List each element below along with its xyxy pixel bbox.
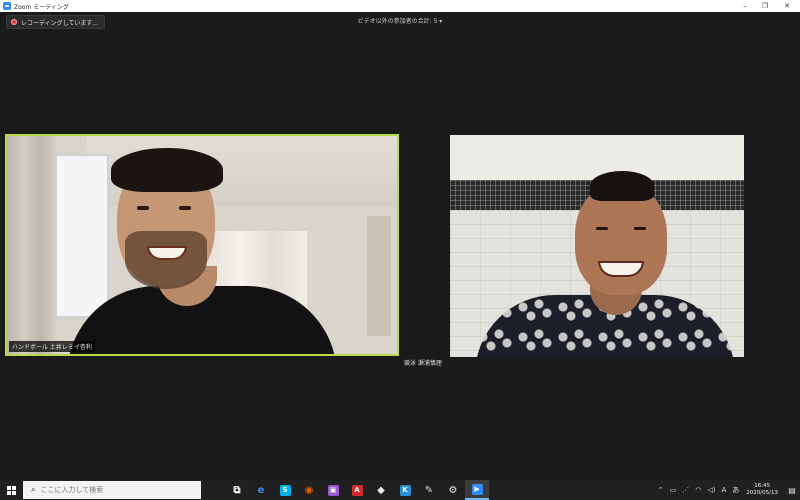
minimize-button[interactable]: –: [736, 0, 754, 12]
clock-time: 16:45: [754, 483, 771, 489]
taskbar-app-photos[interactable]: ▣: [321, 480, 345, 500]
background-curtain: [7, 136, 57, 354]
maximize-button[interactable]: ❐: [756, 0, 774, 12]
zoom-icon: ▶: [471, 483, 483, 495]
taskbar-app-zoom[interactable]: ▶: [465, 480, 489, 500]
system-tray: ⌃ ▭ ⋰ ◠ ◁) A あ 16:45 2020/05/13 ▤: [655, 480, 800, 500]
input-indicator-icon[interactable]: A: [722, 486, 727, 494]
taskbar-clock[interactable]: 16:45 2020/05/13: [746, 483, 778, 497]
taskbar-app-firefox[interactable]: ◉: [297, 480, 321, 500]
video-tile-left[interactable]: ハンドボール 土井レミイ杏利: [5, 134, 399, 356]
participant-name-right: 競泳 瀬浦慎理: [404, 360, 442, 367]
title-bar: Zoom ミーティング – ❐ ✕: [0, 0, 800, 12]
participant-name-left: ハンドボール 土井レミイ杏利: [9, 341, 95, 352]
app-pen-icon: ✎: [424, 484, 434, 496]
task-view-icon: ⧉: [233, 484, 241, 496]
photos-icon: ▣: [327, 484, 339, 496]
edge-icon: e: [257, 484, 265, 496]
taskbar-search[interactable]: ⌕: [23, 481, 201, 499]
taskbar-app-skype[interactable]: S: [273, 480, 297, 500]
windows-logo-icon: [6, 485, 16, 495]
firefox-icon: ◉: [304, 484, 314, 496]
taskbar-app-app-cube[interactable]: ◆: [369, 480, 393, 500]
volume-icon[interactable]: ◁): [707, 486, 715, 494]
chevron-up-icon[interactable]: ⌃: [658, 486, 664, 494]
non-video-participants-count[interactable]: ビデオ以外の参加者の合計: 5 ▾: [0, 16, 800, 25]
video-tile-right[interactable]: [450, 135, 744, 357]
taskbar-app-acrobat[interactable]: A: [345, 480, 369, 500]
zoom-app-icon: [3, 2, 11, 10]
windows-taskbar: ⌕ ⧉ e S ◉ ▣ A ◆ K ✎ ⚙ ▶ ⌃ ▭ ⋰ ◠ ◁) A あ 16:45 2020/…: [0, 480, 800, 500]
app-k-icon: K: [399, 484, 411, 496]
notification-icon[interactable]: ▤: [784, 480, 800, 500]
settings-icon: ⚙: [448, 484, 458, 496]
search-input[interactable]: [40, 486, 181, 494]
app-cube-icon: ◆: [377, 484, 385, 496]
battery-icon[interactable]: ▭: [670, 486, 677, 494]
taskbar-app-edge[interactable]: e: [249, 480, 273, 500]
window-title: Zoom ミーティング: [14, 3, 69, 11]
start-button[interactable]: [0, 480, 22, 500]
taskbar-pinned-apps: ⧉ e S ◉ ▣ A ◆ K ✎ ⚙ ▶: [225, 480, 489, 500]
taskbar-app-settings[interactable]: ⚙: [441, 480, 465, 500]
skype-icon: S: [279, 484, 291, 496]
taskbar-app-task-view[interactable]: ⧉: [225, 480, 249, 500]
ime-icon[interactable]: あ: [732, 485, 739, 495]
taskbar-app-app-pen[interactable]: ✎: [417, 480, 441, 500]
close-button[interactable]: ✕: [778, 0, 796, 12]
clock-date: 2020/05/13: [746, 490, 778, 496]
taskbar-app-app-k[interactable]: K: [393, 480, 417, 500]
wifi-icon[interactable]: ◠: [695, 486, 701, 494]
acrobat-icon: A: [351, 484, 363, 496]
search-icon: ⌕: [31, 485, 36, 494]
network-icon[interactable]: ⋰: [682, 486, 689, 494]
meeting-view: レコーディングしています... ビデオ以外の参加者の合計: 5 ▾ ハンドボール…: [0, 12, 800, 480]
